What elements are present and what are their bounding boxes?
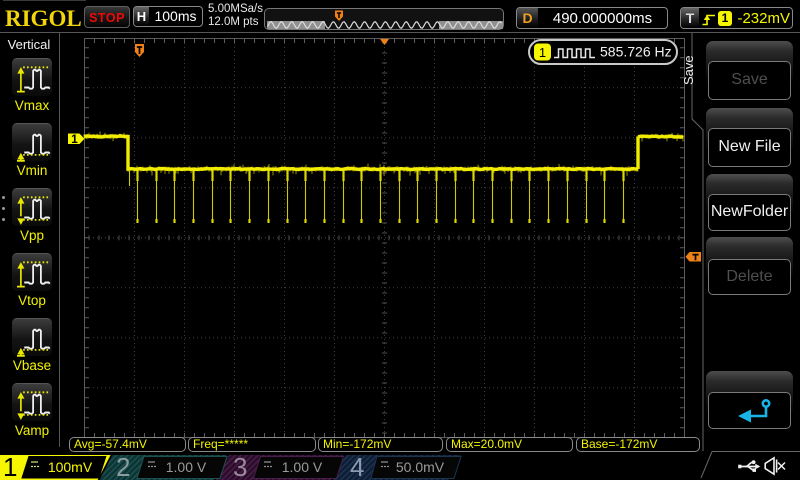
svg-text:1: 1 [71, 132, 78, 146]
svg-text:4: 4 [350, 452, 364, 480]
svg-text:2: 2 [116, 452, 130, 480]
svg-text:1: 1 [539, 45, 546, 60]
svg-text:1: 1 [3, 452, 17, 480]
svg-text:3: 3 [233, 452, 247, 480]
svg-text:100mV: 100mV [48, 459, 93, 475]
svg-text:1.00 V: 1.00 V [166, 459, 207, 475]
svg-text:1.00 V: 1.00 V [282, 459, 323, 475]
svg-text:50.0mV: 50.0mV [396, 459, 445, 475]
svg-text:585.726 Hz: 585.726 Hz [600, 44, 672, 60]
